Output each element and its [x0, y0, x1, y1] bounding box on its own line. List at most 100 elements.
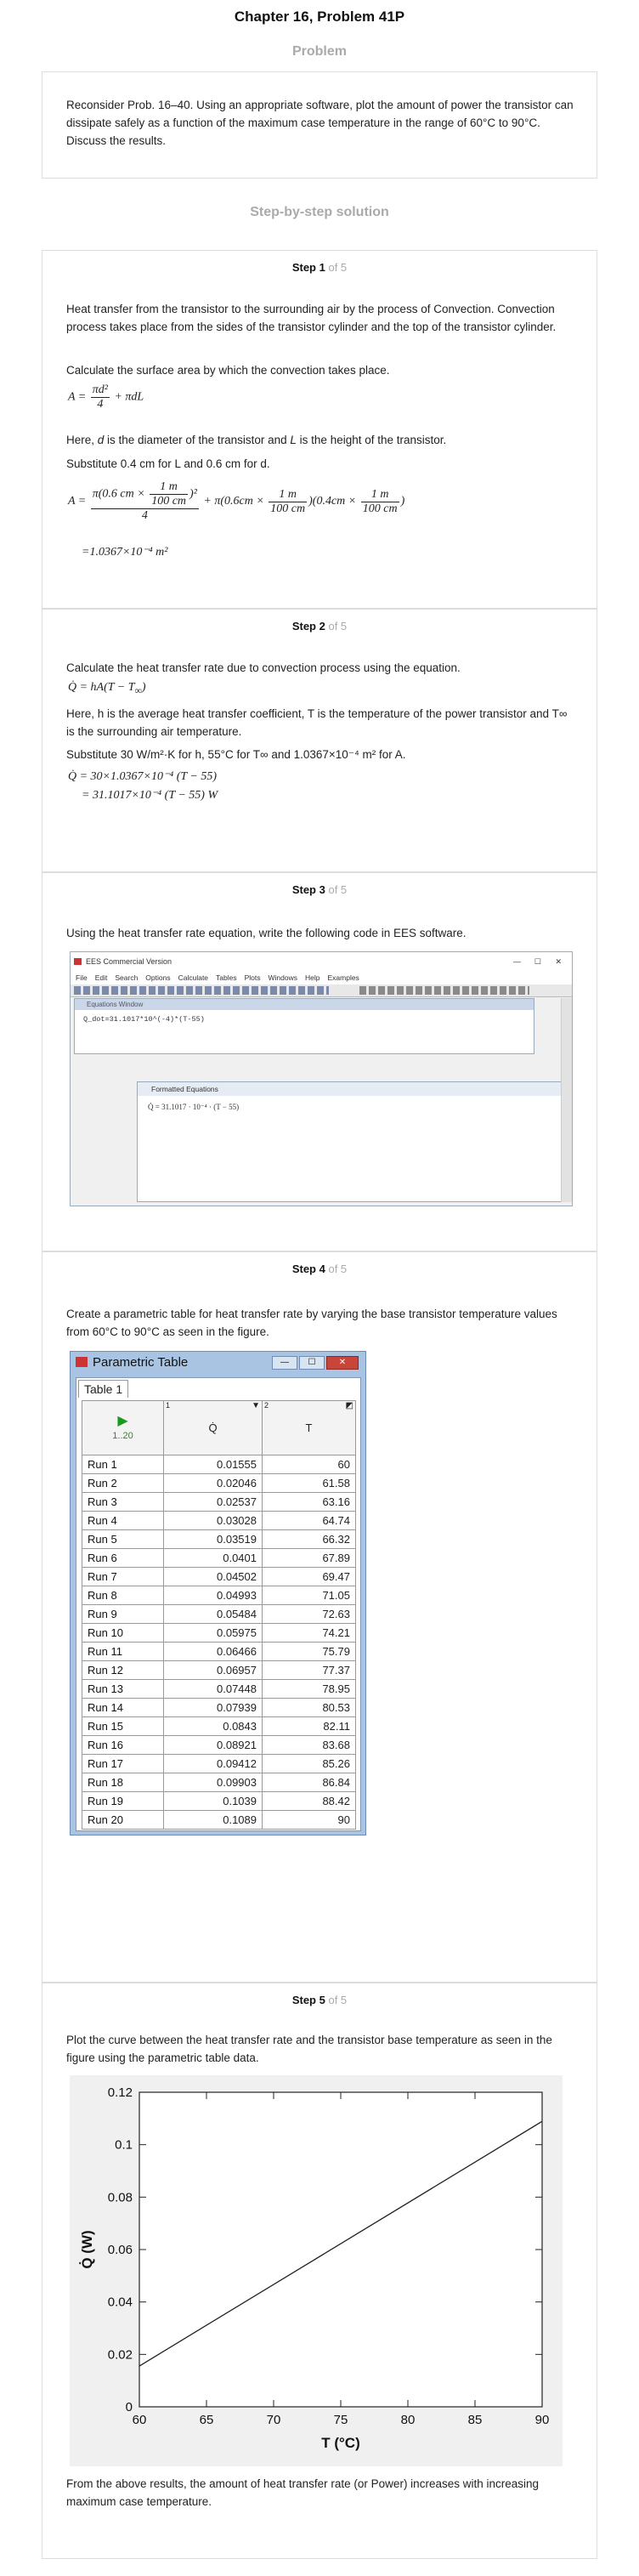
q-value[interactable]: 0.1089: [163, 1810, 263, 1830]
q-value[interactable]: 0.02046: [163, 1473, 263, 1493]
table-row[interactable]: Run 17 0.09412 85.26: [82, 1754, 356, 1773]
run-label[interactable]: Run 16: [82, 1735, 164, 1755]
t-value[interactable]: 72.63: [262, 1604, 356, 1624]
run-label[interactable]: Run 2: [82, 1473, 164, 1493]
t-value[interactable]: 80.53: [262, 1698, 356, 1717]
table-row[interactable]: Run 11 0.06466 75.79: [82, 1642, 356, 1661]
menu-examples[interactable]: Examples: [327, 973, 359, 982]
q-value[interactable]: 0.1039: [163, 1791, 263, 1811]
t-value[interactable]: 71.05: [262, 1586, 356, 1605]
run-label[interactable]: Run 18: [82, 1773, 164, 1792]
t-value[interactable]: 78.95: [262, 1679, 356, 1699]
q-value[interactable]: 0.07448: [163, 1679, 263, 1699]
minimize-icon[interactable]: —: [513, 952, 521, 971]
maximize-icon[interactable]: ☐: [534, 952, 541, 971]
equation-code[interactable]: Q_dot=31.1017*10^(-4)*(T-55): [75, 1010, 534, 1029]
q-value[interactable]: 0.08921: [163, 1735, 263, 1755]
column-header-q[interactable]: 1 Q̇ ▼: [163, 1400, 263, 1455]
q-value[interactable]: 0.06957: [163, 1660, 263, 1680]
table-row[interactable]: Run 7 0.04502 69.47: [82, 1567, 356, 1586]
table-row[interactable]: Run 4 0.03028 64.74: [82, 1511, 356, 1530]
q-value[interactable]: 0.03028: [163, 1511, 263, 1530]
menu-edit[interactable]: Edit: [95, 973, 108, 982]
t-value[interactable]: 83.68: [262, 1735, 356, 1755]
run-label[interactable]: Run 5: [82, 1529, 164, 1549]
run-label[interactable]: Run 4: [82, 1511, 164, 1530]
menu-search[interactable]: Search: [115, 973, 138, 982]
q-value[interactable]: 0.05975: [163, 1623, 263, 1643]
q-value[interactable]: 0.04502: [163, 1567, 263, 1586]
run-label[interactable]: Run 1: [82, 1455, 164, 1474]
run-label[interactable]: Run 17: [82, 1754, 164, 1773]
menu-help[interactable]: Help: [305, 973, 320, 982]
menu-calculate[interactable]: Calculate: [178, 973, 208, 982]
toolbar-buttons-icon[interactable]: [74, 986, 329, 995]
table-row[interactable]: Run 15 0.0843 82.11: [82, 1716, 356, 1736]
q-value[interactable]: 0.0401: [163, 1548, 263, 1568]
toolbar-buttons-2-icon[interactable]: [359, 986, 529, 995]
run-label[interactable]: Run 19: [82, 1791, 164, 1811]
run-label[interactable]: Run 12: [82, 1660, 164, 1680]
table-row[interactable]: Run 14 0.07939 80.53: [82, 1698, 356, 1717]
run-range-cell[interactable]: ▶ 1..20: [82, 1400, 164, 1455]
menu-tables[interactable]: Tables: [216, 973, 237, 982]
maximize-icon[interactable]: ☐: [299, 1356, 325, 1370]
q-value[interactable]: 0.09903: [163, 1773, 263, 1792]
q-value[interactable]: 0.04993: [163, 1586, 263, 1605]
run-label[interactable]: Run 3: [82, 1492, 164, 1512]
t-value[interactable]: 74.21: [262, 1623, 356, 1643]
dropdown-icon[interactable]: ▼: [252, 1401, 260, 1410]
ees-toolbar[interactable]: [71, 984, 572, 997]
column-header-t[interactable]: 2 T ◩: [262, 1400, 356, 1455]
table-row[interactable]: Run 9 0.05484 72.63: [82, 1604, 356, 1624]
table-row[interactable]: Run 13 0.07448 78.95: [82, 1679, 356, 1699]
table-row[interactable]: Run 1 0.01555 60: [82, 1455, 356, 1474]
corner-icon[interactable]: ◩: [346, 1401, 353, 1410]
q-value[interactable]: 0.06466: [163, 1642, 263, 1661]
q-value[interactable]: 0.09412: [163, 1754, 263, 1773]
t-value[interactable]: 66.32: [262, 1529, 356, 1549]
ees-scrollbar[interactable]: [561, 998, 572, 1202]
t-value[interactable]: 88.42: [262, 1791, 356, 1811]
t-value[interactable]: 75.79: [262, 1642, 356, 1661]
table-row[interactable]: Run 10 0.05975 74.21: [82, 1623, 356, 1643]
menu-file[interactable]: File: [76, 973, 88, 982]
t-value[interactable]: 69.47: [262, 1567, 356, 1586]
run-label[interactable]: Run 8: [82, 1586, 164, 1605]
table-row[interactable]: Run 6 0.0401 67.89: [82, 1548, 356, 1568]
minimize-icon[interactable]: —: [272, 1356, 297, 1370]
close-icon[interactable]: ✕: [326, 1356, 359, 1370]
run-label[interactable]: Run 13: [82, 1679, 164, 1699]
play-icon[interactable]: ▶: [88, 1415, 158, 1428]
q-value[interactable]: 0.05484: [163, 1604, 263, 1624]
run-label[interactable]: Run 7: [82, 1567, 164, 1586]
run-label[interactable]: Run 6: [82, 1548, 164, 1568]
menu-windows[interactable]: Windows: [269, 973, 297, 982]
t-value[interactable]: 86.84: [262, 1773, 356, 1792]
table-row[interactable]: Run 8 0.04993 71.05: [82, 1586, 356, 1605]
table-row[interactable]: Run 2 0.02046 61.58: [82, 1473, 356, 1493]
table-row[interactable]: Run 20 0.1089 90: [82, 1810, 356, 1830]
run-label[interactable]: Run 9: [82, 1604, 164, 1624]
t-value[interactable]: 64.74: [262, 1511, 356, 1530]
table-row[interactable]: Run 18 0.09903 86.84: [82, 1773, 356, 1792]
menu-plots[interactable]: Plots: [245, 973, 261, 982]
q-value[interactable]: 0.07939: [163, 1698, 263, 1717]
table-row[interactable]: Run 12 0.06957 77.37: [82, 1660, 356, 1680]
q-value[interactable]: 0.02537: [163, 1492, 263, 1512]
t-value[interactable]: 60: [262, 1455, 356, 1474]
table-row[interactable]: Run 16 0.08921 83.68: [82, 1735, 356, 1755]
table-row[interactable]: Run 3 0.02537 63.16: [82, 1492, 356, 1512]
table-row[interactable]: Run 5 0.03519 66.32: [82, 1529, 356, 1549]
t-value[interactable]: 61.58: [262, 1473, 356, 1493]
t-value[interactable]: 67.89: [262, 1548, 356, 1568]
run-label[interactable]: Run 20: [82, 1810, 164, 1830]
run-label[interactable]: Run 10: [82, 1623, 164, 1643]
q-value[interactable]: 0.03519: [163, 1529, 263, 1549]
run-label[interactable]: Run 11: [82, 1642, 164, 1661]
run-label[interactable]: Run 14: [82, 1698, 164, 1717]
q-value[interactable]: 0.01555: [163, 1455, 263, 1474]
t-value[interactable]: 63.16: [262, 1492, 356, 1512]
menu-options[interactable]: Options: [145, 973, 170, 982]
t-value[interactable]: 90: [262, 1810, 356, 1830]
